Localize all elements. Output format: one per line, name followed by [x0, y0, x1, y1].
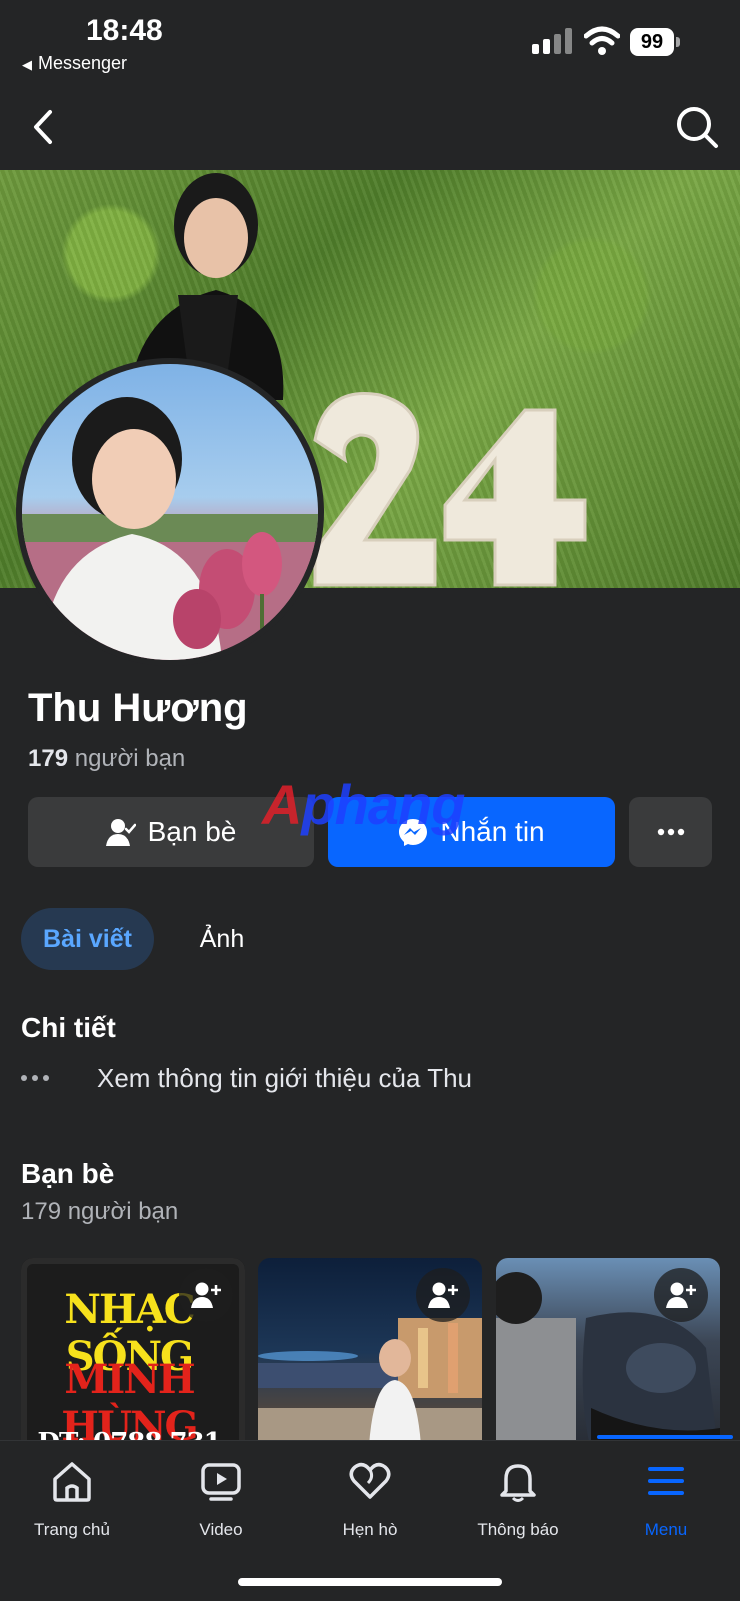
back-app-label: Messenger [38, 53, 128, 73]
add-friend-icon [666, 1282, 696, 1308]
nav-notifications[interactable]: Thông báo [458, 1459, 578, 1540]
nav-dating[interactable]: Hẹn hò [310, 1459, 430, 1540]
tab-photos[interactable]: Ảnh [174, 908, 270, 970]
friends-number: 179 [28, 745, 69, 772]
add-friend-icon [191, 1282, 221, 1308]
friend-tile[interactable] [258, 1258, 482, 1468]
nav-home[interactable]: Trang chủ [12, 1459, 132, 1540]
watermark-rest: phang [301, 773, 465, 836]
nav-menu[interactable]: Menu [606, 1459, 726, 1540]
back-triangle-icon: ◀ [22, 57, 32, 72]
bottom-navigation: Trang chủ Video Hẹn hò Thông báo Menu [0, 1435, 740, 1601]
active-indicator [597, 1435, 733, 1439]
friends-count[interactable]: 179 người bạn [28, 745, 185, 773]
nav-dating-label: Hẹn hò [342, 1520, 398, 1539]
watermark-logo: Aphang [262, 772, 465, 837]
heart-icon [349, 1462, 391, 1499]
more-options-button[interactable] [629, 797, 712, 867]
video-icon [201, 1463, 241, 1501]
add-friend-button[interactable] [179, 1268, 233, 1322]
add-friend-button[interactable] [416, 1268, 470, 1322]
battery-icon: 99 [630, 28, 680, 56]
status-time: 18:48 [86, 14, 163, 47]
home-indicator [238, 1578, 502, 1586]
profile-avatar[interactable] [16, 358, 324, 666]
back-to-messenger[interactable]: ◀ Messenger [22, 53, 127, 74]
friends-suffix: người bạn [68, 745, 186, 772]
watermark-a: A [262, 773, 302, 836]
nav-home-label: Trang chủ [34, 1520, 110, 1539]
cellular-signal-icon [532, 28, 572, 54]
nav-video[interactable]: Video [161, 1459, 281, 1540]
intro-link-text: Xem thông tin giới thiệu của Thu [97, 1062, 473, 1093]
tab-posts[interactable]: Bài viết [21, 908, 154, 970]
intro-row[interactable]: Xem thông tin giới thiệu của Thu [21, 1058, 472, 1098]
chevron-left-icon[interactable] [24, 104, 64, 150]
home-icon [53, 1462, 91, 1502]
balloon-digits [313, 392, 587, 587]
battery-level: 99 [630, 28, 674, 56]
profile-header [0, 90, 740, 170]
nav-video-label: Video [199, 1520, 243, 1539]
nav-notifications-label: Thông báo [477, 1520, 559, 1539]
nav-menu-label: Menu [644, 1520, 688, 1539]
more-dots-icon [657, 828, 684, 836]
more-dots-icon [21, 1075, 57, 1081]
friends-tiles: NHẠC SỐNG MINH HÙNG ĐT: 0788 731 131 [21, 1258, 721, 1468]
menu-icon [648, 1467, 684, 1495]
wifi-icon [584, 26, 620, 55]
friends-section-title: Bạn bè [21, 1158, 115, 1189]
add-friend-button[interactable] [654, 1268, 708, 1322]
search-icon[interactable] [674, 104, 720, 150]
add-friend-icon [428, 1282, 458, 1308]
friends-button-label: Bạn bè [147, 816, 237, 847]
friend-check-icon [105, 819, 136, 846]
status-bar: 18:48 ◀ Messenger 99 [0, 0, 740, 80]
details-title: Chi tiết [21, 1012, 116, 1043]
friend-tile[interactable]: NHẠC SỐNG MINH HÙNG ĐT: 0788 731 131 [21, 1258, 245, 1468]
friends-section-count: 179 người bạn [21, 1198, 179, 1225]
avatar-photo [22, 364, 318, 660]
profile-name: Thu Hương [28, 686, 248, 730]
bell-icon [500, 1464, 536, 1502]
